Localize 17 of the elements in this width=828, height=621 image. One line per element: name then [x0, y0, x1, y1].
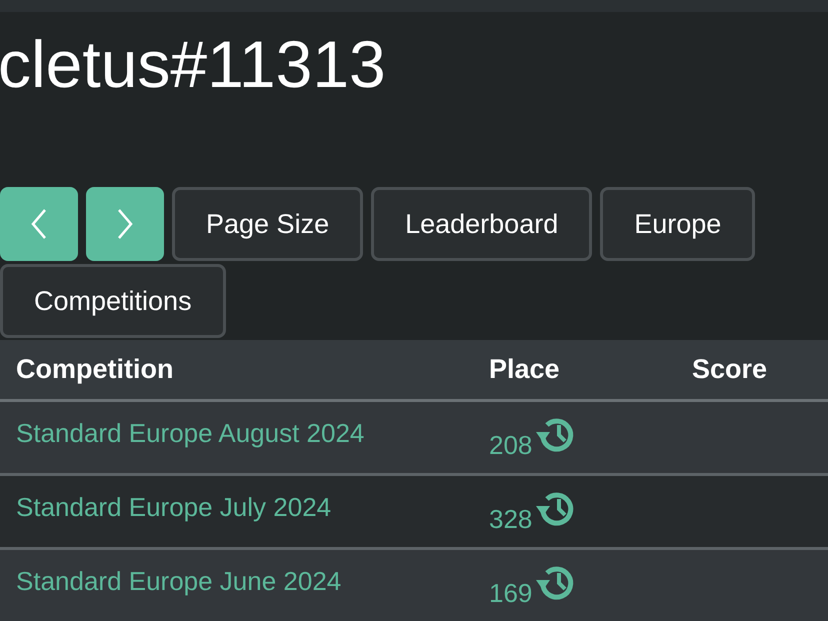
page-title: cletus#11313 — [0, 26, 386, 103]
filter-button[interactable]: Europe — [600, 187, 756, 261]
place-number: 208 — [489, 428, 532, 462]
competition-link[interactable]: Standard Europe June 2024 — [16, 566, 342, 596]
place-number: 328 — [489, 502, 532, 536]
column-header: Place — [489, 354, 560, 384]
competition-link[interactable]: Standard Europe July 2024 — [16, 492, 332, 522]
filter-button[interactable]: Page Size — [172, 187, 364, 261]
chevron-right-icon — [116, 208, 134, 240]
filter-button[interactable]: Competitions — [0, 264, 226, 338]
competition-link[interactable]: Standard Europe August 2024 — [16, 418, 364, 448]
column-header: Score — [692, 354, 768, 384]
filter-button[interactable]: Leaderboard — [371, 187, 592, 261]
chevron-left-icon — [30, 208, 48, 240]
place-number: 169 — [489, 576, 532, 610]
column-header: Competition — [16, 354, 174, 384]
history-icon[interactable] — [534, 490, 576, 528]
